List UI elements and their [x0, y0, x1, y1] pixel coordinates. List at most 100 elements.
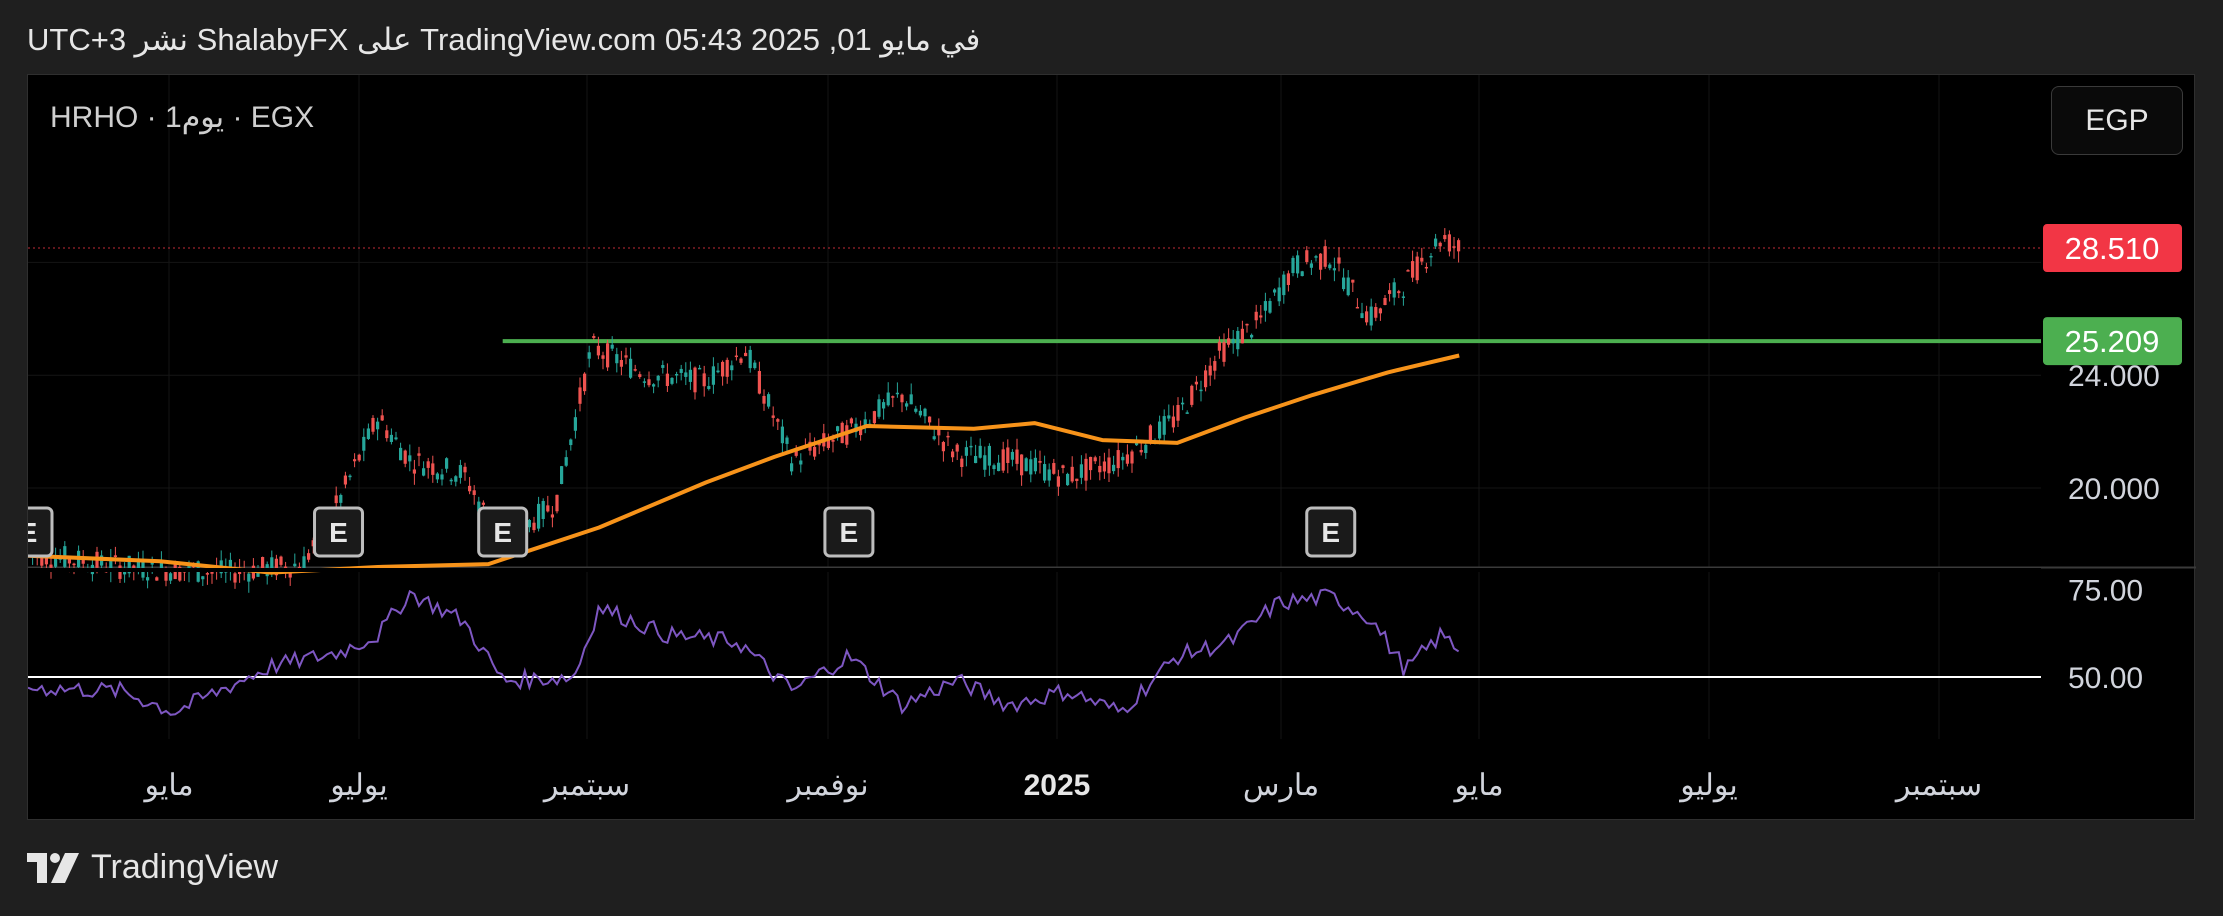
oscillator-line[interactable] — [28, 588, 1460, 716]
candle — [707, 386, 711, 389]
candle — [610, 344, 614, 349]
candle — [366, 428, 370, 439]
candle — [960, 458, 964, 467]
candle — [877, 399, 881, 417]
candle — [247, 573, 251, 582]
candle — [1240, 328, 1244, 344]
candle — [334, 495, 338, 504]
candle — [642, 381, 646, 383]
candle — [1388, 290, 1392, 294]
earnings-marker-label: E — [1321, 517, 1340, 548]
candle — [1033, 457, 1037, 472]
candle — [1346, 277, 1350, 296]
candle — [951, 451, 955, 458]
candle — [785, 437, 789, 444]
candle — [721, 361, 725, 377]
candle — [633, 369, 637, 371]
candle — [1056, 476, 1060, 487]
candle — [1268, 301, 1272, 313]
candle — [417, 453, 421, 456]
pane-mask — [28, 568, 2041, 572]
candle — [799, 460, 803, 465]
candle — [54, 558, 58, 567]
candle — [1130, 451, 1134, 464]
candle — [408, 455, 412, 462]
candle — [201, 576, 205, 580]
candle — [1121, 456, 1125, 461]
candle — [1222, 342, 1226, 362]
candle — [679, 368, 683, 373]
candle — [445, 458, 449, 469]
candle — [748, 349, 752, 369]
candle — [261, 557, 265, 569]
earnings-marker-label: E — [840, 517, 859, 548]
candle — [596, 345, 600, 356]
candle — [1351, 279, 1355, 283]
tradingview-logo[interactable]: TradingView — [27, 848, 278, 887]
candle — [1323, 246, 1327, 267]
candle — [1066, 473, 1070, 486]
time-axis-tick: يوليو — [328, 769, 388, 803]
candle — [1001, 449, 1005, 471]
candle — [1438, 242, 1442, 247]
candle — [380, 415, 384, 421]
candle — [146, 577, 150, 581]
candle — [1038, 460, 1042, 463]
time-axis-tick: مايو — [142, 769, 193, 803]
candle — [1411, 261, 1415, 278]
candle — [734, 355, 738, 358]
candle — [1024, 458, 1028, 472]
currency-button[interactable]: EGP — [2051, 86, 2183, 155]
candle — [113, 555, 117, 557]
candle — [895, 392, 899, 395]
candle — [541, 501, 545, 519]
candle — [606, 343, 610, 368]
candle — [882, 402, 886, 409]
time-axis-tick: سبتمبر — [542, 769, 630, 803]
candle — [1360, 313, 1364, 319]
candle — [583, 373, 587, 392]
candle — [279, 556, 283, 565]
candle — [790, 463, 794, 472]
candle — [937, 429, 941, 436]
candle — [1227, 338, 1231, 345]
candle — [753, 362, 757, 369]
candle — [592, 336, 596, 338]
candle — [1185, 412, 1189, 414]
candle — [1181, 402, 1185, 405]
candle — [767, 394, 771, 407]
candle — [205, 573, 209, 575]
candle — [1383, 297, 1387, 305]
candle — [872, 411, 876, 424]
candle — [293, 563, 297, 567]
chart-canvas[interactable]: E E E E E 20.000 24.000 75.00 50.00 25.209 28.510 م… — [28, 75, 2196, 821]
candle — [155, 577, 159, 581]
candle — [1112, 464, 1116, 472]
candle — [233, 573, 237, 583]
candle — [1392, 282, 1396, 298]
candle — [1415, 256, 1419, 281]
candle — [412, 469, 416, 474]
candle — [472, 490, 476, 495]
chart-panel[interactable]: E E E E E 20.000 24.000 75.00 50.00 25.209 28.510 م… — [27, 74, 2196, 821]
candle — [573, 417, 577, 431]
candle — [739, 358, 743, 363]
candle — [169, 573, 173, 581]
candle — [1273, 289, 1277, 293]
moving-average-line[interactable] — [28, 353, 1460, 575]
candle — [1443, 235, 1447, 240]
candle — [909, 394, 913, 405]
candle — [431, 463, 435, 475]
candle — [918, 410, 922, 416]
time-axis-tick: مارس — [1243, 769, 1319, 803]
time-axis-tick: يوليو — [1678, 769, 1738, 803]
candle — [1342, 277, 1346, 290]
candle — [1093, 457, 1097, 462]
candle — [1167, 415, 1171, 419]
candle — [776, 419, 780, 422]
candle — [1305, 250, 1309, 262]
candle — [537, 503, 541, 529]
candle — [564, 457, 568, 466]
symbol-label: HRHO · 1يوم · EGX — [50, 101, 315, 134]
candle — [698, 367, 702, 370]
